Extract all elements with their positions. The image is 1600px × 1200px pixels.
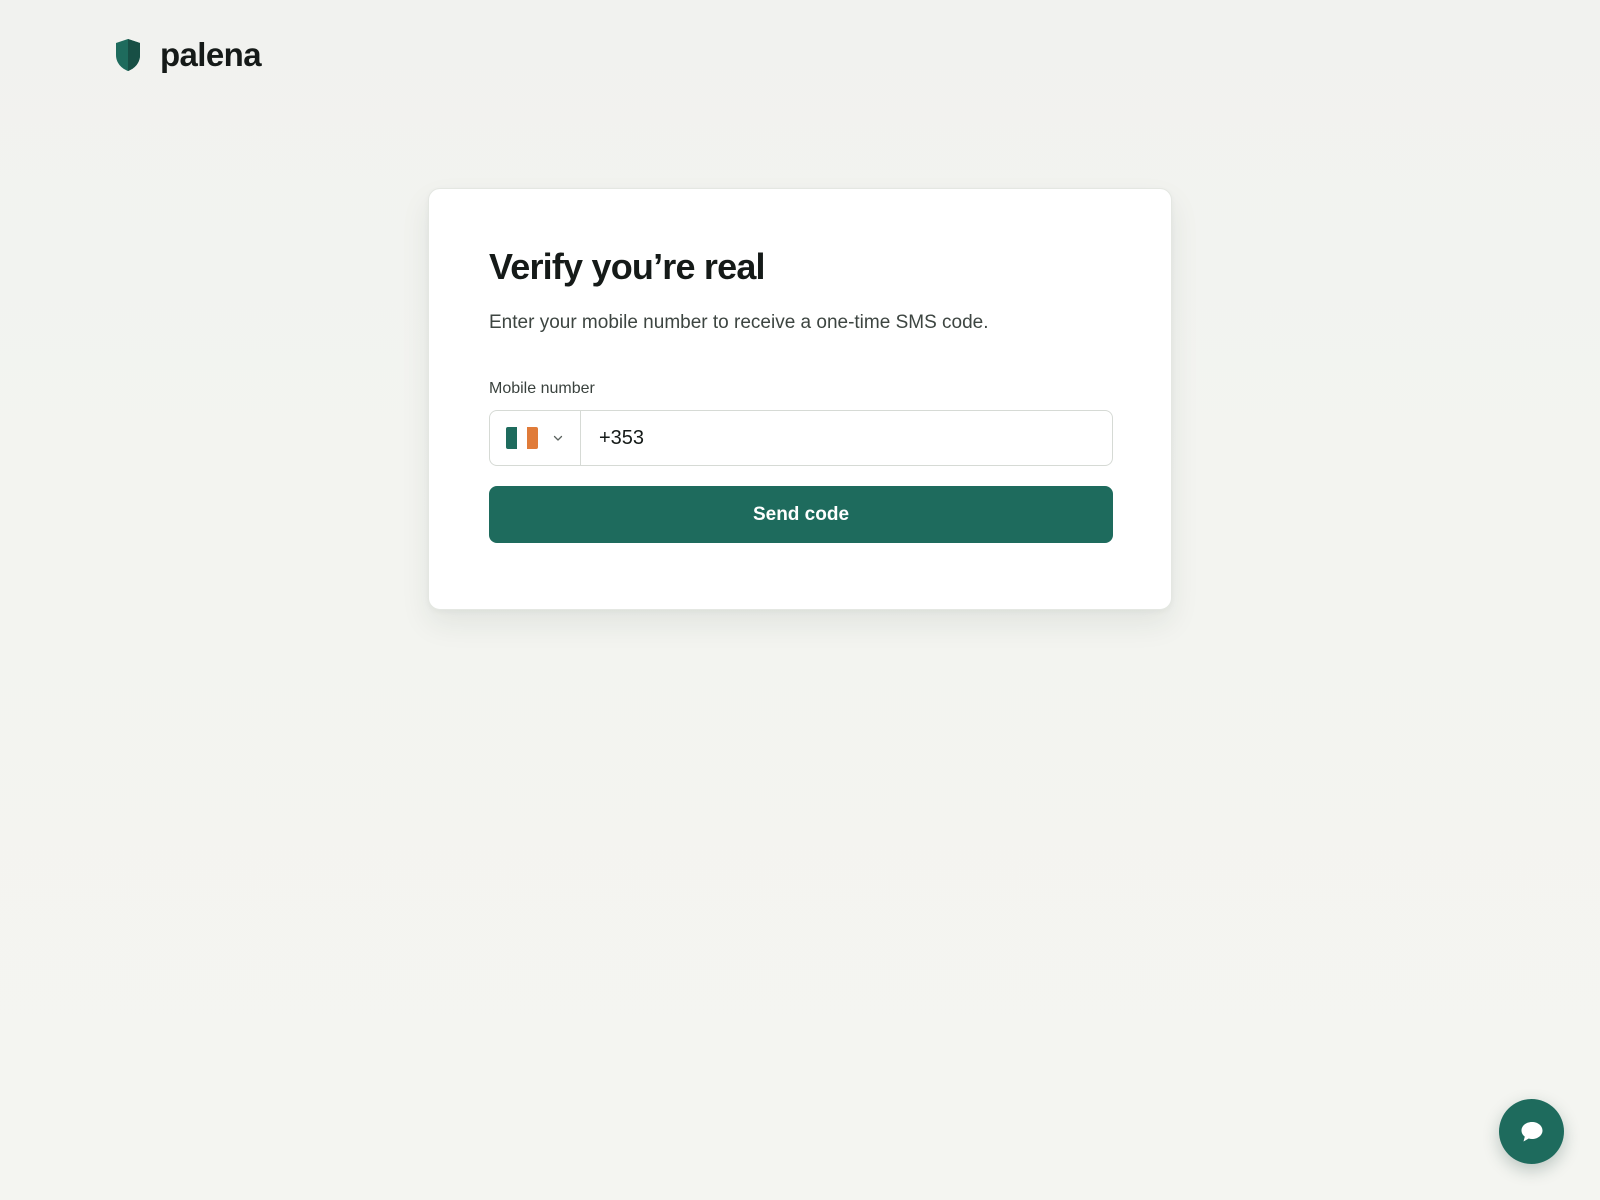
shield-icon [116, 39, 140, 71]
card-title: Verify you’re real [489, 246, 766, 287]
chat-bubble-icon [1521, 1121, 1542, 1141]
flag-stripe-green [506, 427, 517, 450]
chevron-down-icon [553, 436, 563, 442]
flag-stripe-orange [527, 427, 538, 450]
phone-field [489, 410, 1113, 467]
mobile-number-label: Mobile number [489, 380, 595, 398]
phone-input[interactable] [581, 411, 1112, 466]
brand-logo[interactable]: palena [114, 35, 262, 73]
brand-name: palena [160, 35, 262, 73]
send-code-button[interactable]: Send code [489, 486, 1113, 544]
chat-button[interactable] [1499, 1099, 1564, 1164]
card-subtitle: Enter your mobile number to receive a on… [489, 311, 989, 333]
country-select[interactable] [490, 411, 581, 466]
ireland-flag-icon [506, 427, 538, 450]
verify-card: Verify you’re real Enter your mobile num… [428, 188, 1172, 610]
flag-stripe-white [516, 427, 528, 450]
